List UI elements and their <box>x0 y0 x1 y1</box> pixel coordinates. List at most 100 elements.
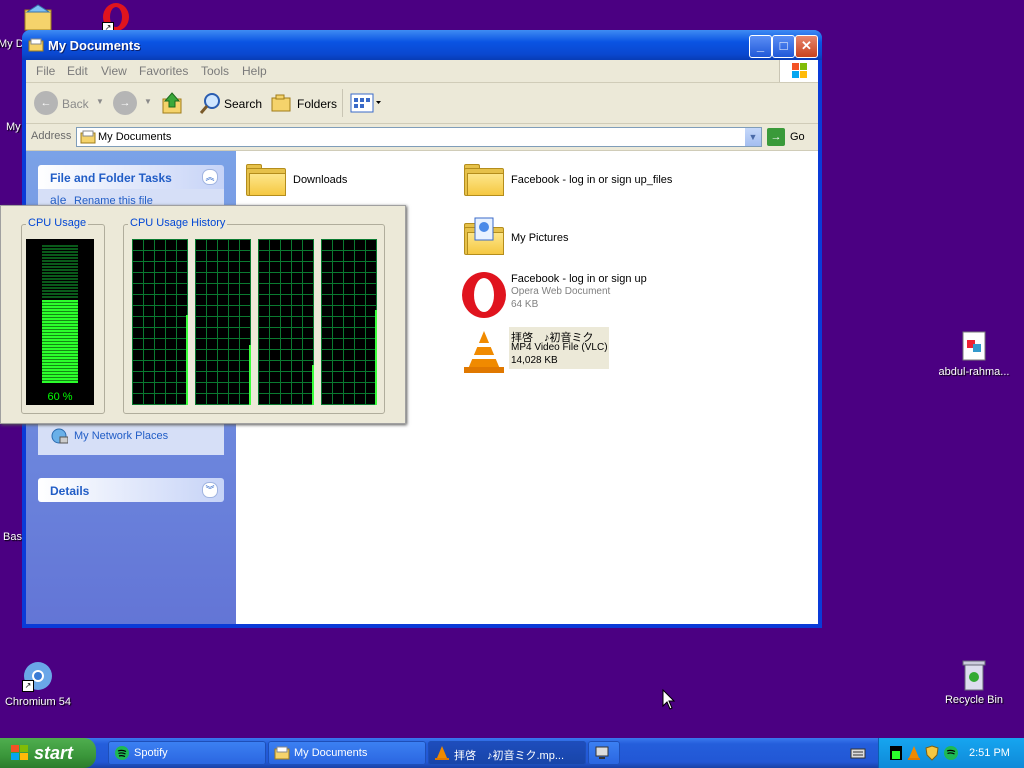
clock: 2:51 PM <box>969 747 1010 759</box>
opera-icon <box>462 272 506 318</box>
monitor-icon <box>595 746 609 759</box>
file-item-downloads[interactable]: Downloads <box>246 161 446 201</box>
desktop-icon-chromium[interactable]: ↗ Chromium 54 <box>0 660 78 708</box>
minimize-button[interactable]: _ <box>749 35 772 58</box>
close-button[interactable]: ✕ <box>795 35 818 58</box>
vlc-tray-icon[interactable] <box>907 745 921 761</box>
image-file-icon <box>958 330 990 362</box>
folder-icon <box>464 164 504 196</box>
folder-icon <box>274 746 290 760</box>
address-input[interactable]: My Documents ▼ <box>76 127 762 147</box>
spotify-tray-icon[interactable] <box>943 745 959 761</box>
menu-help[interactable]: Help <box>242 64 267 78</box>
file-type: Opera Web Document <box>511 286 611 297</box>
views-icon[interactable] <box>350 92 382 117</box>
my-network-places-link[interactable]: My Network Places <box>74 430 168 442</box>
task-label: 拝啓 ♪初音ミク.mp... <box>454 750 565 762</box>
taskbar-button-spotify[interactable]: Spotify <box>108 741 266 765</box>
taskbar-button-my-documents[interactable]: My Documents <box>268 741 426 765</box>
task-label: My Documents <box>294 747 368 759</box>
desktop-icon-label: Chromium 54 <box>4 696 72 708</box>
folder-icon <box>246 164 286 196</box>
menu-bar: File Edit View Favorites Tools Help <box>26 60 818 83</box>
file-type: MP4 Video File (VLC) <box>511 342 608 353</box>
keyboard-icon[interactable] <box>850 746 866 760</box>
window-title: My Documents <box>48 38 141 53</box>
menu-file[interactable]: File <box>36 64 55 78</box>
shortcut-arrow-icon: ↗ <box>22 680 34 692</box>
desktop-icon-label: abdul-rahma... <box>938 366 1010 378</box>
recycle-bin-icon <box>958 658 990 691</box>
file-item-my-pictures[interactable]: My Pictures <box>464 213 664 261</box>
taskbar-button-cpu-monitor[interactable] <box>588 741 620 765</box>
desktop-icon-abdul[interactable]: abdul-rahma... <box>934 330 1014 378</box>
file-size: 64 KB <box>511 299 539 310</box>
file-name: Facebook - log in or sign up_files <box>511 174 673 186</box>
chevron-down-icon[interactable]: ▼ <box>745 128 761 146</box>
expand-chevron-icon[interactable]: ︾ <box>202 482 218 498</box>
forward-arrow-icon[interactable]: → <box>113 91 137 115</box>
menu-tools[interactable]: Tools <box>201 64 229 78</box>
vlc-cone-icon <box>435 746 449 760</box>
file-item-facebook-page[interactable]: Facebook - log in or sign up Opera Web D… <box>460 269 720 319</box>
cpu-usage-label: CPU Usage <box>26 217 89 229</box>
panel-title: File and Folder Tasks <box>50 171 172 185</box>
cpu-history-graph-4 <box>321 239 377 405</box>
address-label: Address <box>31 130 72 142</box>
address-bar: Address My Documents ▼ → Go <box>26 124 818 151</box>
title-bar[interactable]: My Documents _ □ ✕ <box>22 30 822 60</box>
menu-edit[interactable]: Edit <box>67 64 88 78</box>
cpu-history-graph-1 <box>132 239 188 405</box>
up-folder-icon[interactable] <box>161 91 183 118</box>
cpu-meter-tray-icon[interactable] <box>889 745 903 761</box>
task-label: Spotify <box>134 747 168 759</box>
cpu-usage-group: CPU Usage 60 % <box>21 217 105 414</box>
folders-button[interactable]: Folders <box>297 97 337 111</box>
toolbar-divider <box>342 89 343 117</box>
file-item-facebook-files[interactable]: Facebook - log in or sign up_files <box>464 161 764 201</box>
mouse-cursor-icon <box>662 689 676 710</box>
folder-icon <box>80 129 96 148</box>
maximize-button[interactable]: □ <box>772 35 795 58</box>
toolbar: ← Back ▼ → ▼ Search Folders <box>26 83 818 124</box>
file-folder-tasks-header[interactable]: File and Folder Tasks ︽ <box>38 165 224 189</box>
go-button[interactable]: Go <box>790 131 805 143</box>
collapse-chevron-icon[interactable]: ︽ <box>202 169 218 185</box>
menu-favorites[interactable]: Favorites <box>139 64 188 78</box>
chevron-down-icon[interactable]: ▼ <box>144 97 152 106</box>
file-name: Facebook - log in or sign up <box>511 273 647 285</box>
menu-view[interactable]: View <box>101 64 127 78</box>
security-shield-icon[interactable] <box>925 745 939 761</box>
vlc-cone-icon <box>464 331 504 373</box>
minimize-icon: _ <box>756 38 765 53</box>
cpu-history-group: CPU Usage History <box>123 217 385 414</box>
chromium-icon: ↗ <box>22 660 54 692</box>
chevron-down-icon[interactable]: ▼ <box>96 97 104 106</box>
taskbar-button-vlc[interactable]: 拝啓 ♪初音ミク.mp... <box>428 741 586 765</box>
taskbar: start Spotify My Documents 拝啓 ♪初音ミク.mp..… <box>0 738 1024 768</box>
panel-title: Details <box>50 484 90 498</box>
back-arrow-icon[interactable]: ← <box>34 91 58 115</box>
file-name: Downloads <box>293 174 348 186</box>
back-button-label[interactable]: Back <box>62 97 89 111</box>
search-icon[interactable] <box>198 91 222 118</box>
file-item-mp4-video[interactable]: 拝啓 ♪初音ミク MP4 Video File (VLC) 14,028 KB <box>460 327 720 377</box>
desktop-icon-label: Recycle Bin <box>944 694 1004 706</box>
start-label: start <box>34 743 74 763</box>
system-tray: 2:51 PM <box>878 738 1024 768</box>
desktop-icon-recycle-bin[interactable]: Recycle Bin <box>934 658 1014 706</box>
search-button[interactable]: Search <box>224 97 262 111</box>
pictures-folder-icon <box>464 217 504 255</box>
folder-icon <box>28 37 44 56</box>
close-icon: ✕ <box>801 38 812 53</box>
other-places-panel: My Network Places <box>38 421 224 455</box>
details-header[interactable]: Details ︾ <box>38 478 224 502</box>
go-arrow-icon[interactable]: → <box>767 128 785 146</box>
network-places-icon <box>50 427 69 448</box>
cpu-usage-meter: 60 % <box>26 239 94 405</box>
windows-logo-icon <box>779 60 818 82</box>
meter-empty <box>42 245 78 299</box>
cpu-monitor-window[interactable]: CPU Usage 60 % CPU Usage History <box>0 205 406 424</box>
start-button[interactable]: start <box>0 738 96 768</box>
folders-icon[interactable] <box>270 93 294 116</box>
